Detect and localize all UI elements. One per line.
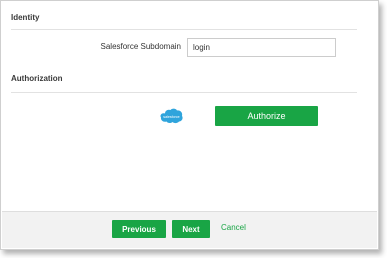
previous-button[interactable]: Previous (112, 220, 166, 238)
section-divider (11, 92, 357, 93)
footer-bar: Previous Next Cancel (2, 211, 377, 248)
salesforce-cloud-icon: salesforce (160, 108, 183, 124)
dialog-window: Identity Salesforce Subdomain Authorizat… (0, 0, 379, 250)
next-button[interactable]: Next (172, 220, 210, 238)
section-divider (11, 29, 357, 30)
authorization-section-title: Authorization (11, 74, 63, 83)
subdomain-label: Salesforce Subdomain (100, 42, 182, 51)
identity-section-title: Identity (11, 13, 40, 22)
authorize-button[interactable]: Authorize (215, 106, 318, 126)
subdomain-input[interactable] (187, 38, 336, 57)
cancel-link[interactable]: Cancel (221, 223, 246, 232)
salesforce-logo-text: salesforce (163, 115, 179, 119)
